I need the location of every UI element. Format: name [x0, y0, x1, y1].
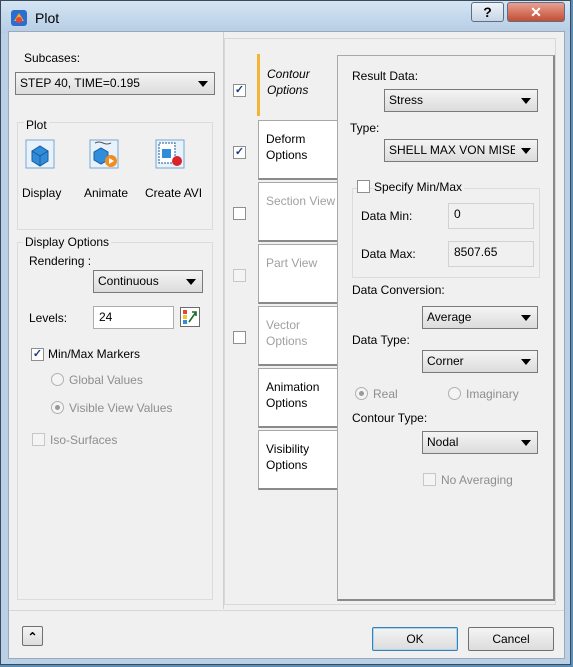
- data-min-field[interactable]: 0: [448, 203, 534, 229]
- imaginary-radio[interactable]: [448, 387, 461, 400]
- subcases-label: Subcases:: [24, 51, 81, 65]
- rendering-dropdown[interactable]: Continuous: [93, 270, 203, 293]
- animate-label: Animate: [84, 186, 129, 200]
- window-title: Plot: [35, 10, 60, 26]
- color-scale-icon[interactable]: [180, 307, 200, 327]
- display-label: Display: [22, 186, 62, 200]
- chevron-down-icon: [186, 279, 196, 285]
- subcases-value: STEP 40, TIME=0.195: [20, 76, 140, 90]
- data-type-value: Corner: [427, 354, 464, 368]
- contour-type-value: Nodal: [427, 435, 459, 449]
- data-max-label: Data Max:: [361, 247, 416, 261]
- help-button[interactable]: ?: [471, 2, 504, 22]
- iso-surfaces-checkbox[interactable]: [32, 433, 45, 446]
- display-options-group: [17, 242, 213, 600]
- create-avi-label: Create AVI: [145, 186, 203, 200]
- iso-surfaces-label: Iso-Surfaces: [50, 433, 118, 447]
- plot-dialog: Plot ? ✕ Subcases: STEP 40, TIME=0.195 P…: [0, 0, 571, 665]
- plot-group-label: Plot: [24, 118, 49, 132]
- contour-type-label: Contour Type:: [352, 411, 428, 425]
- specify-minmax-label: Specify Min/Max: [374, 180, 465, 194]
- tab-section-view[interactable]: Section View: [258, 182, 345, 242]
- display-icon[interactable]: [25, 139, 55, 169]
- contour-type-dropdown[interactable]: Nodal: [422, 431, 538, 454]
- rendering-value: Continuous: [98, 274, 159, 288]
- deform-options-checkbox[interactable]: ✓: [233, 146, 246, 159]
- expand-button[interactable]: ⌃: [22, 626, 43, 646]
- tab-animation-options[interactable]: Animation Options: [258, 368, 345, 428]
- dialog-client: Subcases: STEP 40, TIME=0.195 Plot Displ…: [8, 31, 565, 659]
- global-values-label: Global Values: [69, 373, 143, 387]
- visible-view-values-label: Visible View Values: [69, 401, 173, 415]
- type-label: Type:: [350, 121, 380, 135]
- chevron-down-icon: [521, 315, 531, 321]
- type-dropdown[interactable]: SHELL MAX VON MISES: [384, 139, 538, 162]
- global-values-radio[interactable]: [51, 373, 64, 386]
- no-averaging-checkbox[interactable]: [423, 473, 436, 486]
- rendering-label: Rendering :: [29, 254, 92, 268]
- result-data-value: Stress: [389, 93, 424, 107]
- levels-input[interactable]: 24: [93, 306, 174, 329]
- type-value: SHELL MAX VON MISES: [389, 143, 515, 157]
- data-max-field[interactable]: 8507.65: [448, 241, 534, 267]
- result-data-label: Result Data:: [352, 69, 419, 83]
- no-averaging-label: No Averaging: [441, 473, 513, 487]
- close-button[interactable]: ✕: [507, 2, 565, 22]
- tab-vector-options[interactable]: Vector Options: [258, 306, 345, 366]
- imaginary-label: Imaginary: [466, 387, 519, 401]
- tab-visibility-options[interactable]: Visibility Options: [258, 430, 345, 490]
- chevron-down-icon: [521, 98, 531, 104]
- title-bar: Plot ? ✕: [1, 1, 570, 33]
- tab-contour-options[interactable]: Contour Options: [257, 54, 344, 116]
- specify-minmax-checkbox[interactable]: [357, 180, 370, 193]
- app-icon: [11, 10, 27, 26]
- data-conversion-dropdown[interactable]: Average: [422, 306, 538, 329]
- data-conversion-value: Average: [427, 310, 472, 324]
- minmax-markers-label: Min/Max Markers: [48, 347, 141, 361]
- data-min-label: Data Min:: [361, 209, 413, 223]
- contour-options-checkbox[interactable]: ✓: [233, 84, 246, 97]
- tab-deform-options[interactable]: Deform Options: [258, 120, 345, 180]
- visible-view-values-radio[interactable]: [51, 401, 64, 414]
- levels-label: Levels:: [29, 311, 68, 325]
- part-view-checkbox[interactable]: [233, 269, 246, 282]
- data-conversion-label: Data Conversion:: [352, 283, 445, 297]
- subcases-dropdown[interactable]: STEP 40, TIME=0.195: [15, 72, 215, 95]
- vector-options-checkbox[interactable]: [233, 331, 246, 344]
- chevron-down-icon: [521, 440, 531, 446]
- chevron-down-icon: [521, 359, 531, 365]
- ok-button[interactable]: OK: [372, 627, 458, 651]
- section-view-checkbox[interactable]: [233, 207, 246, 220]
- real-label: Real: [373, 387, 398, 401]
- tab-part-view[interactable]: Part View: [258, 244, 345, 304]
- real-radio[interactable]: [355, 387, 368, 400]
- animate-icon[interactable]: [89, 139, 119, 169]
- data-type-label: Data Type:: [352, 333, 410, 347]
- data-type-dropdown[interactable]: Corner: [422, 350, 538, 373]
- minmax-markers-checkbox[interactable]: ✓: [31, 348, 44, 361]
- display-options-label: Display Options: [23, 235, 112, 249]
- chevron-down-icon: [521, 148, 531, 154]
- cancel-button[interactable]: Cancel: [468, 627, 554, 651]
- chevron-down-icon: [198, 81, 208, 87]
- create-avi-icon[interactable]: [155, 139, 185, 169]
- result-data-dropdown[interactable]: Stress: [384, 89, 538, 112]
- footer-divider: [9, 610, 564, 611]
